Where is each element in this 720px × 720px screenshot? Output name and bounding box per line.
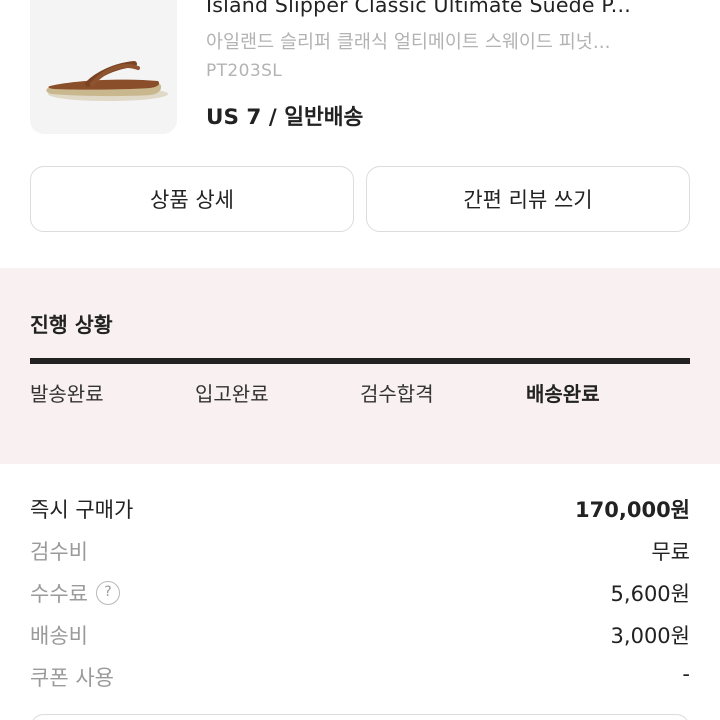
price-row-instant-buy: 즉시 구매가 170,000원	[30, 488, 690, 530]
price-breakdown: 즉시 구매가 170,000원 검수비 무료 수수료 ? 5,600원 배송비 …	[30, 488, 690, 698]
progress-section: 진행 상황 발송완료 입고완료 검수합격 배송완료	[0, 268, 720, 464]
instant-buy-label: 즉시 구매가	[30, 498, 134, 522]
step-received: 입고완료	[195, 382, 269, 406]
action-buttons: 상품 상세 간편 리뷰 쓰기	[30, 166, 690, 232]
product-summary[interactable]: Island Slipper Classic Ultimate Suede P.…	[0, 0, 720, 150]
inspection-fee-value: 무료	[651, 540, 690, 564]
coupon-label: 쿠폰 사용	[30, 666, 114, 690]
commission-value: 5,600원	[610, 582, 690, 606]
price-row-commission: 수수료 ? 5,600원	[30, 572, 690, 614]
price-row-shipping-fee: 배송비 3,000원	[30, 614, 690, 656]
price-row-coupon: 쿠폰 사용 -	[30, 656, 690, 698]
step-shipped: 발송완료	[30, 382, 104, 406]
inspection-fee-label: 검수비	[30, 540, 88, 564]
write-review-button[interactable]: 간편 리뷰 쓰기	[366, 166, 690, 232]
product-thumbnail[interactable]	[30, 0, 177, 134]
instant-buy-value: 170,000원	[575, 498, 690, 522]
question-circle-icon[interactable]: ?	[95, 581, 120, 605]
step-delivered: 배송완료	[526, 382, 600, 406]
product-option: US 7 / 일반배송	[206, 105, 364, 130]
price-row-inspection-fee: 검수비 무료	[30, 530, 690, 572]
coupon-value: -	[682, 662, 690, 686]
product-subtitle: 아일랜드 슬리퍼 클래식 얼티메이트 스웨이드 피넛...	[206, 32, 611, 53]
sandal-image	[46, 61, 168, 101]
shipping-fee-label: 배송비	[30, 624, 88, 648]
step-inspection-passed: 검수합격	[360, 382, 434, 406]
product-detail-button[interactable]: 상품 상세	[30, 166, 354, 232]
progress-title: 진행 상황	[30, 313, 113, 337]
commission-label-group: 수수료 ?	[30, 578, 120, 608]
product-code: PT203SL	[206, 61, 283, 81]
commission-label: 수수료	[30, 582, 88, 606]
shipping-fee-value: 3,000원	[610, 624, 690, 648]
progress-bar	[30, 358, 690, 364]
bottom-card-edge	[30, 714, 690, 720]
product-title: Island Slipper Classic Ultimate Suede P.…	[206, 0, 631, 17]
